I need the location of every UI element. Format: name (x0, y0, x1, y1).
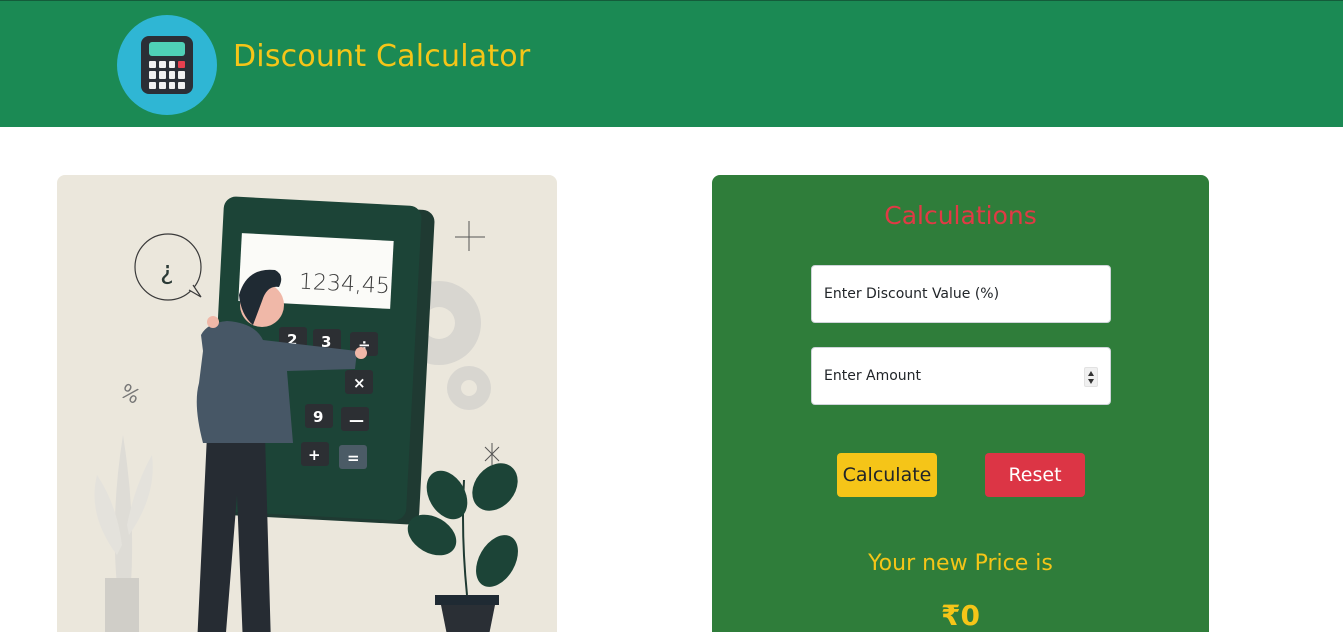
app-title: Discount Calculator (233, 39, 531, 74)
discount-field-wrapper (811, 265, 1111, 323)
svg-text:+: + (308, 446, 321, 464)
spinner-up-icon[interactable] (1088, 371, 1094, 376)
calculate-button[interactable]: Calculate (837, 453, 937, 497)
result-label: Your new Price is (868, 551, 1053, 576)
calculator-illustration: ¿ % 1234,45 2 3 ÷ × 9 — + = (57, 175, 557, 632)
result-value: ₹0 (941, 599, 980, 632)
discount-input[interactable] (812, 266, 1110, 322)
bubble-text: ¿ (160, 256, 174, 286)
svg-text:=: = (347, 449, 360, 467)
svg-text:—: — (349, 411, 364, 429)
reset-button[interactable]: Reset (985, 453, 1085, 497)
app-header: Discount Calculator (0, 0, 1343, 127)
panel-title: Calculations (884, 201, 1037, 230)
amount-input[interactable] (812, 348, 1110, 404)
app-logo (117, 15, 217, 115)
amount-field-wrapper (811, 347, 1111, 405)
amount-spinner[interactable] (1084, 367, 1098, 387)
svg-text:9: 9 (313, 408, 323, 426)
calculator-icon (141, 36, 193, 94)
spinner-down-icon[interactable] (1088, 379, 1094, 384)
person-with-calculator-illustration: ¿ % 1234,45 2 3 ÷ × 9 — + = (94, 196, 518, 632)
percent-doodle: % (116, 379, 144, 409)
svg-text:×: × (353, 374, 366, 392)
calculations-panel: Calculations Calculate Reset Your new Pr… (712, 175, 1209, 632)
calculator-screen-text: 1234,45 (298, 270, 390, 300)
